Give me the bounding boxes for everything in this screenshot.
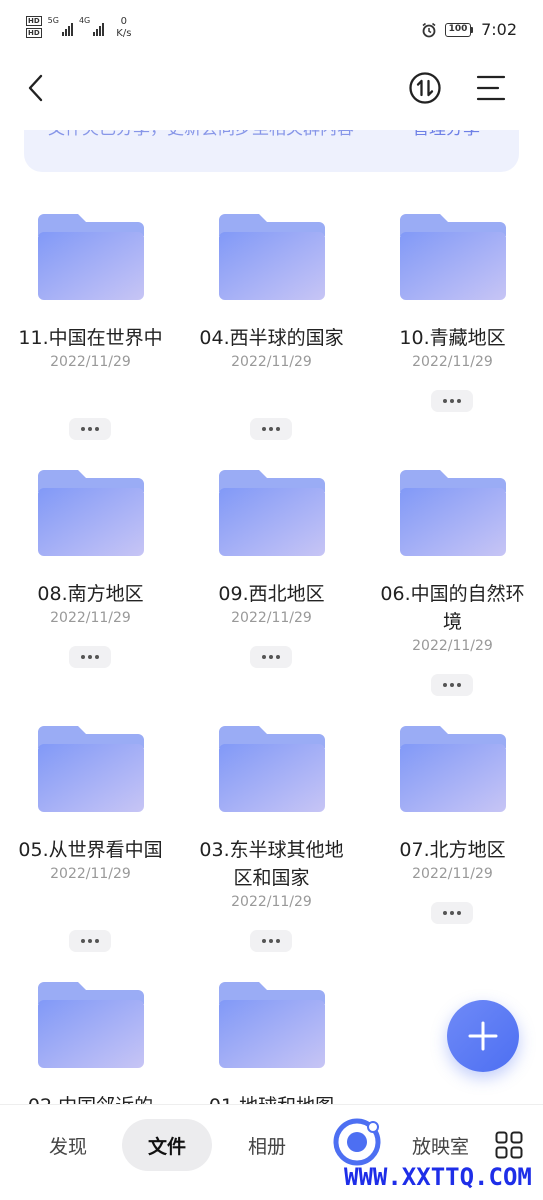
folder-name: 07.北方地区 2022/11/29	[362, 836, 543, 884]
sim1-hd-badge: HD	[26, 16, 42, 26]
folder-icon	[400, 214, 506, 300]
status-right: 100 7:02	[421, 20, 517, 39]
folder-name: 10.青藏地区 2022/11/29	[362, 324, 543, 372]
folder-icon	[219, 470, 325, 556]
folder-date: 2022/11/29	[231, 610, 312, 626]
signal-bars-icon	[93, 20, 105, 36]
folder-item[interactable]: 06.中国的自然环境 2022/11/29	[362, 456, 543, 712]
more-options-button[interactable]	[250, 930, 292, 952]
folder-date: 2022/11/29	[50, 610, 131, 626]
list-menu-button[interactable]	[474, 72, 508, 104]
folder-item[interactable]: 11.中国在世界中 2022/11/29	[0, 200, 181, 456]
battery-icon: 100	[445, 22, 474, 37]
status-bar: HD HD 5G 4G 0 K/s 100 7:02	[0, 0, 543, 56]
folder-item[interactable]: 09.西北地区 2022/11/29	[181, 456, 362, 712]
folder-icon	[400, 726, 506, 812]
nav-center-button[interactable]	[330, 1115, 384, 1169]
more-options-button[interactable]	[69, 418, 111, 440]
folder-date: 2022/11/29	[412, 866, 493, 882]
battery-level: 100	[445, 22, 472, 37]
folder-name: 01.地球和地图	[181, 1092, 362, 1104]
plus-icon	[468, 1021, 498, 1051]
folder-name: 08.南方地区 2022/11/29	[0, 580, 181, 628]
sim2-hd-badge: HD	[26, 28, 42, 38]
folder-icon	[38, 726, 144, 812]
network1-label: 5G	[47, 16, 59, 25]
folder-date: 2022/11/29	[412, 354, 493, 370]
more-options-button[interactable]	[431, 674, 473, 696]
folder-date: 2022/11/29	[412, 638, 493, 654]
folder-name: 04.西半球的国家 2022/11/29	[181, 324, 362, 372]
app-logo-icon	[333, 1118, 381, 1166]
folder-grid: 11.中国在世界中 2022/11/29 04.西半球的国家 2022/11/29 …	[0, 200, 543, 1104]
add-button[interactable]	[447, 1000, 519, 1072]
folder-icon	[219, 982, 325, 1068]
folder-date: 2022/11/29	[231, 894, 312, 910]
network-signal-2: 4G	[78, 16, 105, 36]
status-left: HD HD 5G 4G 0 K/s	[26, 16, 131, 40]
more-options-button[interactable]	[431, 902, 473, 924]
watermark-text: WWW.XXTTQ.COM	[344, 1163, 532, 1191]
folder-name: 09.西北地区 2022/11/29	[181, 580, 362, 628]
more-options-button[interactable]	[69, 930, 111, 952]
alarm-icon	[422, 22, 436, 37]
more-options-button[interactable]	[69, 646, 111, 668]
grid-icon	[495, 1131, 523, 1159]
more-options-button[interactable]	[250, 646, 292, 668]
folder-item[interactable]: 08.南方地区 2022/11/29	[0, 456, 181, 712]
folder-icon	[38, 982, 144, 1068]
folder-date: 2022/11/29	[50, 354, 131, 370]
more-options-button[interactable]	[250, 418, 292, 440]
network-speed: 0 K/s	[116, 16, 131, 40]
status-time: 7:02	[481, 20, 517, 39]
folder-name: 05.从世界看中国 2022/11/29	[0, 836, 181, 884]
folder-item[interactable]: 02.中国邻近的	[0, 968, 181, 1104]
folder-icon	[400, 470, 506, 556]
back-button[interactable]	[20, 70, 50, 106]
nav-album[interactable]: 相册	[232, 1119, 302, 1171]
nav-files[interactable]: 文件	[122, 1119, 212, 1171]
folder-icon	[38, 470, 144, 556]
sort-icon	[409, 72, 441, 104]
folder-item[interactable]: 10.青藏地区 2022/11/29	[362, 200, 543, 456]
signal-bars-icon	[61, 20, 73, 36]
folder-name: 11.中国在世界中 2022/11/29	[0, 324, 181, 372]
folder-item[interactable]: 04.西半球的国家 2022/11/29	[181, 200, 362, 456]
folder-icon	[219, 726, 325, 812]
chevron-left-icon	[28, 74, 43, 102]
folder-icon	[219, 214, 325, 300]
network2-label: 4G	[78, 16, 91, 25]
apps-grid-button[interactable]	[495, 1131, 523, 1159]
sim-indicators: HD HD	[26, 16, 42, 38]
speed-value: 0	[120, 16, 128, 27]
title-bar	[0, 56, 543, 120]
nav-discover[interactable]: 发现	[34, 1119, 102, 1171]
folder-item[interactable]: 05.从世界看中国 2022/11/29	[0, 712, 181, 968]
network-signal-1: 5G	[48, 16, 73, 36]
folder-item[interactable]: 07.北方地区 2022/11/29	[362, 712, 543, 968]
speed-unit: K/s	[116, 28, 132, 39]
more-options-button[interactable]	[431, 390, 473, 412]
folder-icon	[38, 214, 144, 300]
folder-date: 2022/11/29	[231, 354, 312, 370]
sort-button[interactable]	[408, 71, 442, 105]
folder-name: 06.中国的自然环境 2022/11/29	[362, 580, 543, 656]
folder-item[interactable]: 03.东半球其他地区和国家 2022/11/29	[181, 712, 362, 968]
folder-item[interactable]: 01.地球和地图	[181, 968, 362, 1104]
folder-name: 03.东半球其他地区和国家 2022/11/29	[181, 836, 362, 912]
folder-name: 02.中国邻近的	[0, 1092, 181, 1104]
menu-lines-icon	[476, 75, 506, 101]
folder-date: 2022/11/29	[50, 866, 131, 882]
